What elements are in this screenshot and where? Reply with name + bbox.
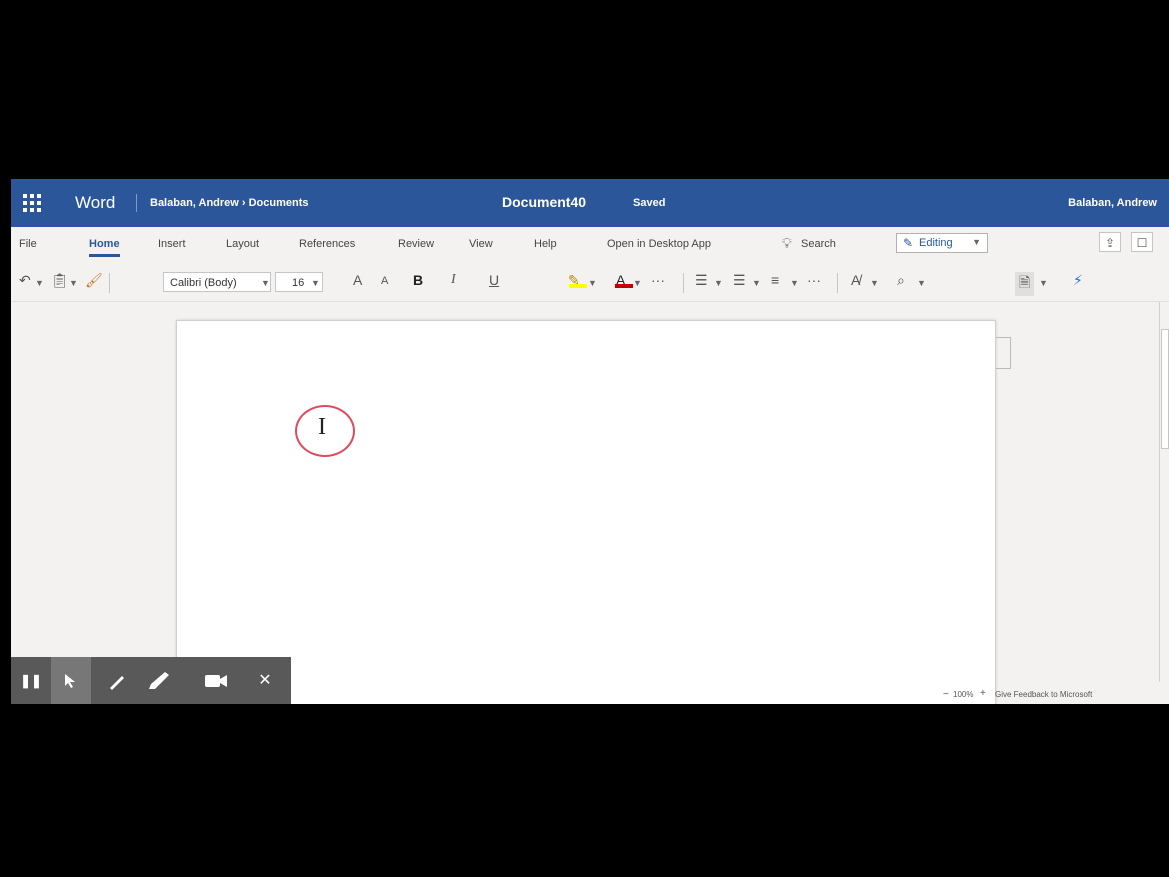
camera-icon-glyph <box>205 675 227 688</box>
ribbon-toolbar: ↶ ▼ 📋︎ ▼ 🖌︎ Calibri (Body) ▼ 16 ▼ A A B … <box>11 263 1169 302</box>
highlight-color-swatch <box>569 284 587 288</box>
save-status: Saved <box>633 197 666 209</box>
scrollbar-thumb[interactable] <box>1161 329 1169 449</box>
dictate-icon[interactable]: 🗎︎ <box>1015 272 1035 296</box>
font-color-chevron-icon[interactable]: ▼ <box>633 278 642 288</box>
tab-home[interactable]: Home <box>89 238 120 257</box>
font-size-chevron-icon[interactable]: ▼ <box>311 278 320 288</box>
title-bar: Word Balaban, Andrew › Documents Documen… <box>11 179 1169 227</box>
pen-icon[interactable] <box>97 657 137 704</box>
tab-layout[interactable]: Layout <box>226 238 259 250</box>
more-paragraph-button[interactable]: ··· <box>807 272 821 288</box>
zoom-level[interactable]: 100% <box>953 690 973 699</box>
tab-references[interactable]: References <box>299 238 355 250</box>
underline-button[interactable]: U <box>489 272 499 288</box>
grow-font-button[interactable]: A <box>353 272 362 288</box>
document-title[interactable]: Document40 <box>502 194 586 210</box>
page-margin-marker <box>996 337 1011 369</box>
undo-icon[interactable]: ↶ <box>19 272 31 289</box>
search-box[interactable]: Search <box>801 238 836 250</box>
bullets-icon[interactable]: ☰ <box>695 272 708 289</box>
document-page[interactable] <box>176 320 996 704</box>
format-painter-icon[interactable]: 🖌︎ <box>85 272 103 289</box>
italic-button[interactable]: I <box>451 272 456 288</box>
tab-file[interactable]: File <box>19 238 37 250</box>
find-chevron-icon[interactable]: ▼ <box>917 278 926 288</box>
toolbar-divider <box>683 273 684 293</box>
feedback-link[interactable]: Give Feedback to Microsoft <box>995 690 1092 699</box>
camera-icon[interactable] <box>196 657 236 704</box>
styles-icon[interactable]: A̸ <box>851 272 860 288</box>
pointer-icon-glyph <box>65 674 75 689</box>
recorder-toolbar: ❚❚ ✕ <box>11 657 291 704</box>
align-chevron-icon[interactable]: ▼ <box>790 278 799 288</box>
lightbulb-icon[interactable]: 💡︎ <box>782 235 792 252</box>
highlight-chevron-icon[interactable]: ▼ <box>588 278 597 288</box>
tab-review[interactable]: Review <box>398 238 434 250</box>
toolbar-divider <box>837 273 838 293</box>
dictate-chevron-icon[interactable]: ▼ <box>1039 278 1048 288</box>
text-cursor-icon: I <box>318 414 326 440</box>
bullets-chevron-icon[interactable]: ▼ <box>714 278 723 288</box>
font-name-input[interactable]: Calibri (Body) <box>163 272 271 292</box>
title-divider <box>136 194 137 212</box>
chevron-down-icon: ▼ <box>972 237 981 247</box>
align-icon[interactable]: ≡ <box>771 272 779 288</box>
numbering-icon[interactable]: ☰ <box>733 272 746 289</box>
status-bar: − 100% + Give Feedback to Microsoft <box>931 686 1169 704</box>
more-font-button[interactable]: ··· <box>651 272 665 288</box>
find-icon[interactable]: ⌕ <box>897 272 905 289</box>
numbering-chevron-icon[interactable]: ▼ <box>752 278 761 288</box>
tab-help[interactable]: Help <box>534 238 557 250</box>
close-icon[interactable]: ✕ <box>245 657 285 704</box>
pointer-icon[interactable] <box>51 657 91 704</box>
ribbon-tabs: File Home Insert Layout References Revie… <box>11 227 1169 263</box>
editing-mode-dropdown[interactable]: ✎ Editing ▼ <box>896 233 988 253</box>
open-desktop-app-link[interactable]: Open in Desktop App <box>607 238 711 250</box>
toolbar-divider <box>109 273 110 293</box>
zoom-out-button[interactable]: − <box>943 689 949 700</box>
flash-icon[interactable]: ⚡︎ <box>1073 272 1083 289</box>
pen-icon-glyph <box>110 676 124 691</box>
tab-insert[interactable]: Insert <box>158 238 186 250</box>
font-color-swatch <box>615 284 633 288</box>
pencil-icon: ✎ <box>903 236 914 250</box>
comment-icon[interactable]: ☐ <box>1131 232 1153 252</box>
paste-icon[interactable]: 📋︎ <box>51 272 69 289</box>
app-name[interactable]: Word <box>75 193 115 213</box>
share-icon[interactable]: ⇪ <box>1099 232 1121 252</box>
font-name-chevron-icon[interactable]: ▼ <box>261 278 270 288</box>
shrink-font-button[interactable]: A <box>381 275 388 287</box>
highlighter-icon[interactable] <box>139 657 179 704</box>
pause-icon[interactable]: ❚❚ <box>11 657 51 704</box>
editing-mode-label: Editing <box>919 237 953 249</box>
undo-chevron-icon[interactable]: ▼ <box>35 278 44 288</box>
breadcrumb[interactable]: Balaban, Andrew › Documents <box>150 197 309 209</box>
user-name[interactable]: Balaban, Andrew <box>1068 197 1157 209</box>
bold-button[interactable]: B <box>413 272 423 288</box>
styles-chevron-icon[interactable]: ▼ <box>870 278 879 288</box>
highlighter-icon-glyph <box>149 672 169 690</box>
app-launcher-icon[interactable] <box>23 194 41 212</box>
paste-chevron-icon[interactable]: ▼ <box>69 278 78 288</box>
tab-view[interactable]: View <box>469 238 493 250</box>
zoom-in-button[interactable]: + <box>980 688 986 699</box>
word-online-window: Word Balaban, Andrew › Documents Documen… <box>11 179 1169 704</box>
